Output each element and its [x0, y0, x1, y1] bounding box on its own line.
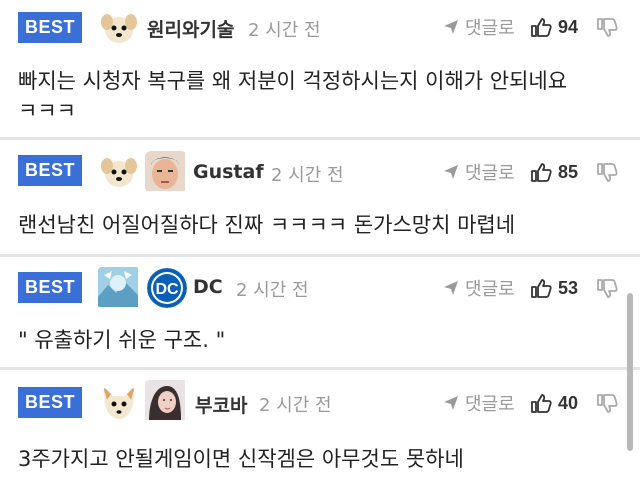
comment-header: BEST 부코바 2 시간 전 댓글로 40	[0, 370, 640, 426]
character-avatar-icon[interactable]	[98, 267, 140, 309]
comment-text: 랜선남친 어질어질하다 진짜 ㅋㅋㅋㅋ 돈가스망치 마렵네	[18, 210, 618, 240]
like-count: 85	[558, 161, 579, 182]
nickname[interactable]: DC	[193, 276, 223, 298]
comment-line: 랜선남친 어질어질하다 진짜 ㅋㅋㅋㅋ 돈가스망치 마렵네	[18, 213, 516, 237]
face-avatar-icon[interactable]	[145, 151, 187, 193]
comment-item: BEST Gustaf 2 시간 전 댓글로 85 랜선남친 어질어질하다 진짜…	[0, 140, 640, 254]
best-badge: BEST	[18, 387, 82, 418]
reply-label: 댓글로	[465, 279, 515, 300]
thumbs-up-icon	[530, 277, 552, 299]
thumbs-down-icon[interactable]	[596, 393, 618, 415]
puppy-avatar-icon[interactable]	[99, 8, 139, 48]
fox-avatar-icon[interactable]	[99, 382, 139, 422]
thumbs-up-icon	[530, 16, 552, 38]
like-button[interactable]: 40	[530, 391, 578, 415]
comment-header: BEST Gustaf 2 시간 전 댓글로 85	[0, 140, 640, 196]
comment-text: " 유출하기 쉬운 구조. "	[18, 325, 618, 355]
reply-label: 댓글로	[465, 18, 515, 39]
dc-logo-icon[interactable]: DC	[147, 268, 187, 308]
like-count: 53	[558, 277, 579, 298]
scrollbar[interactable]	[627, 293, 633, 451]
comment-item: BEST 원리와기술 2 시간 전 댓글로 94 빠지는 시청자 복구를 왜 저…	[0, 0, 640, 137]
timestamp: 2 시간 전	[271, 165, 344, 186]
nickname[interactable]: 원리와기술	[147, 15, 234, 42]
timestamp: 2 시간 전	[248, 20, 321, 41]
thumbs-up-icon	[530, 161, 552, 183]
like-button[interactable]: 94	[530, 15, 578, 39]
timestamp: 2 시간 전	[236, 280, 309, 301]
comment-line: 3주가지고 안될게임이면 신작겜은 아무것도 못하네	[18, 447, 464, 471]
reply-label: 댓글로	[465, 394, 515, 415]
best-badge: BEST	[18, 155, 82, 186]
like-button[interactable]: 53	[530, 276, 578, 300]
best-badge: BEST	[18, 272, 82, 303]
like-count: 40	[558, 392, 579, 413]
thumbs-down-icon[interactable]	[596, 162, 618, 184]
paper-plane-icon	[442, 163, 460, 181]
reply-label: 댓글로	[465, 163, 515, 184]
comment-item: BEST 부코바 2 시간 전 댓글로 40 3주가지고 안될게임이면 신작겜은…	[0, 370, 640, 484]
comment-line: 빠지는 시청자 복구를 왜 저분이 걱정하시는지 이해가 안되네요	[18, 69, 568, 93]
reply-button[interactable]: 댓글로	[442, 160, 515, 184]
comment-header: BEST 원리와기술 2 시간 전 댓글로 94	[0, 0, 640, 56]
timestamp: 2 시간 전	[259, 395, 332, 416]
comment-text: 3주가지고 안될게임이면 신작겜은 아무것도 못하네	[18, 444, 618, 474]
paper-plane-icon	[442, 279, 460, 297]
thumbs-down-icon[interactable]	[596, 278, 618, 300]
paper-plane-icon	[442, 18, 460, 36]
nickname[interactable]: 부코바	[195, 391, 247, 418]
reply-button[interactable]: 댓글로	[442, 276, 515, 300]
svg-text:DC: DC	[155, 281, 179, 298]
best-badge: BEST	[18, 12, 82, 43]
comment-text: 빠지는 시청자 복구를 왜 저분이 걱정하시는지 이해가 안되네요 ㅋㅋㅋ	[18, 66, 618, 126]
nickname[interactable]: Gustaf	[193, 161, 264, 183]
comment-line: ㅋㅋㅋ	[18, 99, 76, 123]
thumbs-down-icon[interactable]	[596, 17, 618, 39]
puppy-avatar-icon[interactable]	[99, 152, 139, 192]
comment-item: BEST DC DC 2 시간 전 댓글로 53 " 유출하기 쉬운 구조. "	[0, 257, 640, 367]
comment-header: BEST DC DC 2 시간 전 댓글로 53	[0, 257, 640, 313]
reply-button[interactable]: 댓글로	[442, 391, 515, 415]
like-count: 94	[558, 16, 579, 37]
comment-line: " 유출하기 쉬운 구조. "	[18, 328, 226, 352]
like-button[interactable]: 85	[530, 160, 578, 184]
paper-plane-icon	[442, 394, 460, 412]
thumbs-up-icon	[530, 392, 552, 414]
reply-button[interactable]: 댓글로	[442, 15, 515, 39]
person-avatar-icon[interactable]	[145, 380, 189, 424]
